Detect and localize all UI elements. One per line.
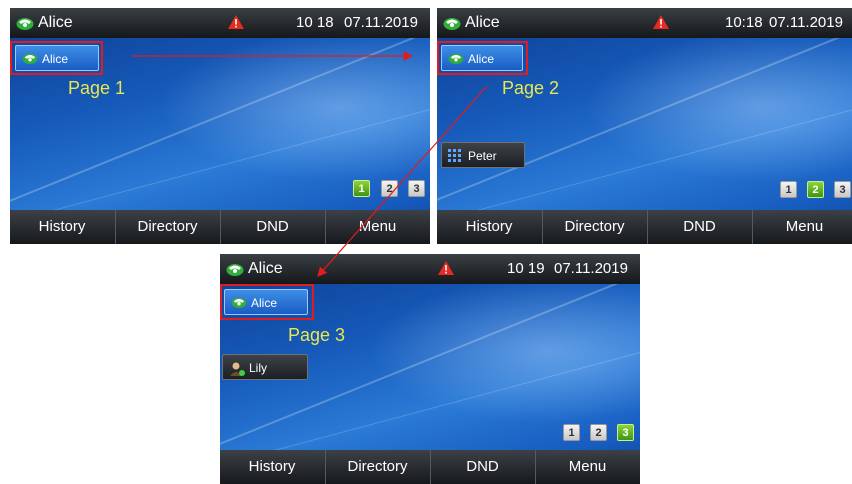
alert-icon[interactable]	[438, 261, 454, 275]
directory-softkey[interactable]: Directory	[115, 210, 219, 244]
page-label: Page 2	[502, 78, 560, 98]
line-key-label: Peter	[468, 149, 497, 163]
menu-softkey[interactable]: Menu	[752, 210, 852, 244]
highlight-box	[437, 41, 528, 75]
page-indicator-3[interactable]: 3	[617, 424, 634, 441]
phone-screen-page-2: Alice 10:18 07.11.2019 Alice Page 2 Pete…	[437, 8, 852, 244]
menu-softkey[interactable]: Menu	[325, 210, 429, 244]
page-indicator-1[interactable]: 1	[353, 180, 370, 197]
phone-screen-page-3: Alice 10 19 07.11.2019 Alice Page 3 Lily…	[220, 254, 640, 484]
history-softkey[interactable]: History	[437, 210, 541, 244]
status-date: 07.11.2019	[554, 260, 628, 277]
status-date: 07.11.2019	[344, 14, 418, 31]
page-label: Page 1	[68, 78, 126, 98]
page-indicator-2[interactable]: 2	[381, 180, 398, 197]
keypad-icon	[448, 149, 461, 162]
history-softkey[interactable]: History	[220, 450, 324, 484]
account-name: Alice	[248, 260, 283, 277]
phone-screen-page-1: Alice 10 18 07.11.2019 Alice Page 1 1 2 …	[10, 8, 430, 244]
softkey-bar: History Directory DND Menu	[437, 210, 852, 244]
page-indicator-2[interactable]: 2	[807, 181, 824, 198]
menu-softkey[interactable]: Menu	[535, 450, 639, 484]
page-indicator-1[interactable]: 1	[780, 181, 797, 198]
directory-softkey[interactable]: Directory	[542, 210, 646, 244]
status-time: 10 19	[507, 260, 545, 277]
alert-icon[interactable]	[228, 15, 244, 29]
status-bar: Alice 10 19 07.11.2019	[220, 254, 640, 284]
dnd-softkey[interactable]: DND	[647, 210, 751, 244]
history-softkey[interactable]: History	[10, 210, 114, 244]
account-name: Alice	[38, 14, 73, 31]
phone-icon	[226, 264, 244, 276]
alert-icon[interactable]	[653, 15, 669, 29]
status-date: 07.11.2019	[769, 14, 843, 31]
softkey-bar: History Directory DND Menu	[10, 210, 430, 244]
softkey-bar: History Directory DND Menu	[220, 450, 640, 484]
phone-icon	[16, 18, 34, 30]
highlight-box	[10, 41, 103, 75]
page-indicator-2[interactable]: 2	[590, 424, 607, 441]
page-indicator-3[interactable]: 3	[408, 180, 425, 197]
highlight-box	[220, 284, 314, 320]
status-time: 10:18	[725, 14, 763, 31]
line-key-lily[interactable]: Lily	[222, 354, 308, 380]
dnd-softkey[interactable]: DND	[430, 450, 534, 484]
page-indicator-3[interactable]: 3	[834, 181, 851, 198]
status-time: 10 18	[296, 14, 334, 31]
status-bar: Alice 10 18 07.11.2019	[10, 8, 430, 38]
dnd-softkey[interactable]: DND	[220, 210, 324, 244]
line-key-label: Lily	[249, 361, 268, 375]
line-key-peter[interactable]: Peter	[441, 142, 525, 168]
page-label: Page 3	[288, 325, 346, 345]
status-bar: Alice 10:18 07.11.2019	[437, 8, 852, 38]
account-name: Alice	[465, 14, 500, 31]
phone-icon	[443, 18, 461, 30]
contact-icon	[230, 362, 245, 376]
directory-softkey[interactable]: Directory	[325, 450, 429, 484]
page-indicator-1[interactable]: 1	[563, 424, 580, 441]
